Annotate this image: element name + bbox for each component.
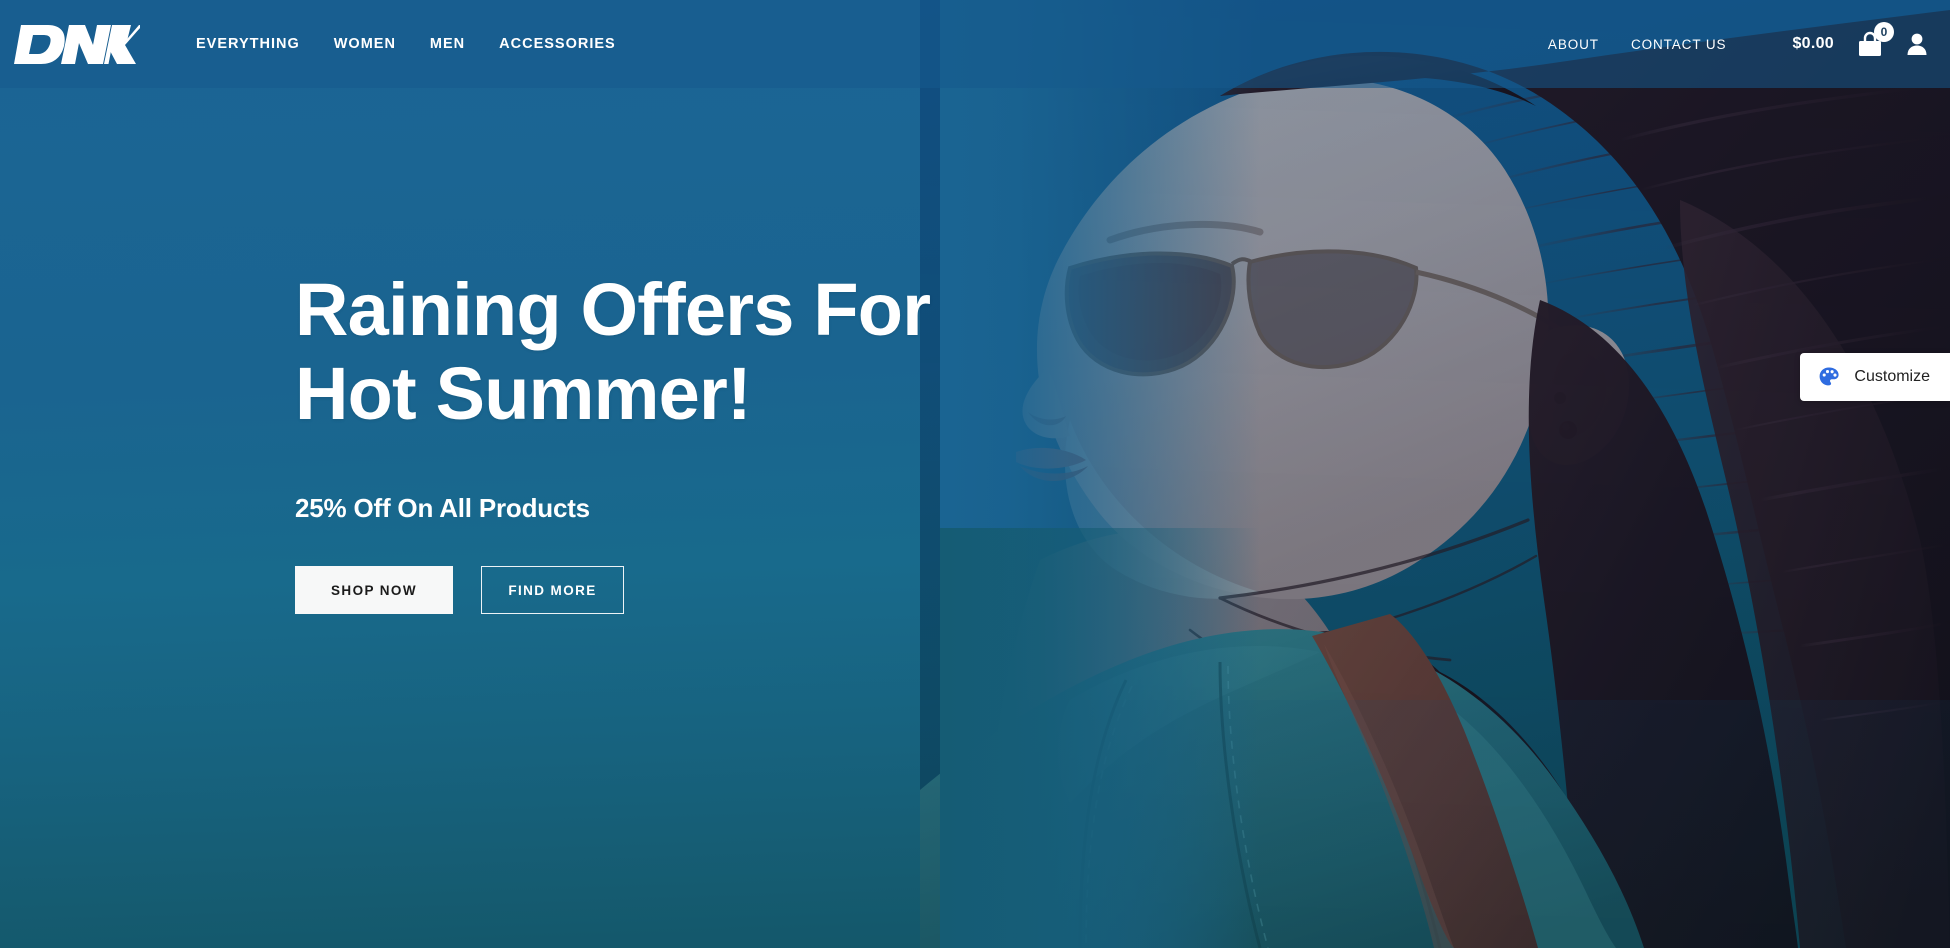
shop-now-button[interactable]: SHOP NOW (295, 566, 453, 615)
hero-button-group: SHOP NOW FIND MORE (295, 566, 995, 615)
user-icon (1907, 33, 1927, 55)
nav-item-accessories[interactable]: ACCESSORIES (482, 36, 633, 52)
cart-total-price: $0.00 (1792, 35, 1834, 52)
hero-title-line-1: Raining Offers For (295, 268, 931, 351)
nav-item-contact-us[interactable]: CONTACT US (1615, 37, 1743, 52)
site-header: EVERYTHING WOMEN MEN ACCESSORIES ABOUT C… (0, 0, 1950, 88)
account-button[interactable] (1906, 32, 1928, 56)
nav-item-women[interactable]: WOMEN (317, 36, 413, 52)
hero-subtitle: 25% Off On All Products (295, 493, 590, 524)
hero-title: Raining Offers For Hot Summer! (295, 268, 995, 435)
palette-icon (1818, 366, 1840, 388)
hero-photo (920, 0, 1950, 948)
find-more-button[interactable]: FIND MORE (481, 566, 624, 615)
customize-widget[interactable]: Customize (1800, 353, 1950, 401)
hero-section: Raining Offers For Hot Summer! 25% Off O… (295, 268, 995, 615)
hero-title-line-2: Hot Summer! (295, 351, 752, 435)
nav-item-about[interactable]: ABOUT (1532, 37, 1615, 52)
customize-label: Customize (1854, 368, 1930, 385)
cart-count-badge: 0 (1874, 22, 1894, 42)
primary-navigation: EVERYTHING WOMEN MEN ACCESSORIES (179, 36, 633, 52)
secondary-navigation: ABOUT CONTACT US $0.00 0 (1532, 22, 1950, 59)
page-root: EVERYTHING WOMEN MEN ACCESSORIES ABOUT C… (0, 0, 1950, 948)
cart-button[interactable]: 0 (1856, 22, 1894, 59)
nav-item-men[interactable]: MEN (413, 36, 482, 52)
site-logo[interactable] (12, 16, 140, 72)
nav-item-everything[interactable]: EVERYTHING (179, 36, 317, 52)
